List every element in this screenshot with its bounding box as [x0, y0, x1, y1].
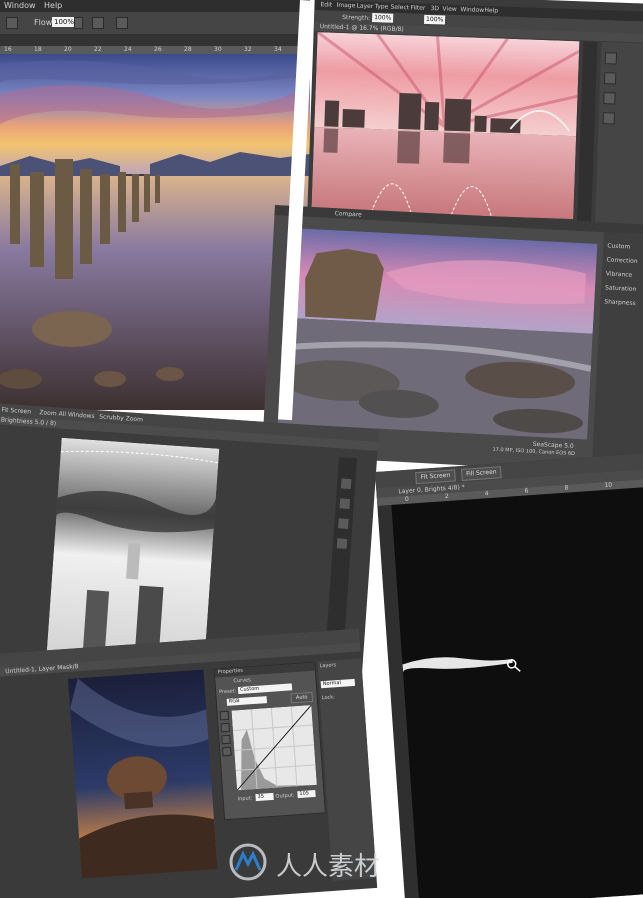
pencil-icon[interactable]: [222, 746, 232, 757]
menu-help[interactable]: Help: [44, 1, 62, 10]
site-watermark: 人人素材: [228, 838, 428, 888]
brush-preset-icon[interactable]: [6, 17, 18, 29]
adjust-label: Custom: [607, 242, 631, 251]
properties-header: Properties: [214, 662, 315, 678]
adjust-label: Sharpness: [604, 298, 636, 308]
auto-button[interactable]: Auto: [290, 691, 314, 704]
menu-select[interactable]: Select: [390, 4, 409, 12]
curves-graph[interactable]: [231, 705, 317, 791]
menu-edit[interactable]: Edit: [320, 1, 332, 8]
options-bar: Flow: 100%: [0, 12, 310, 34]
eyedropper-icon[interactable]: [219, 710, 230, 721]
path-tool-icon[interactable]: [338, 497, 352, 511]
black-canvas: [391, 484, 643, 898]
menu-help[interactable]: Help: [484, 7, 498, 14]
document-tab-strip: [0, 34, 310, 46]
channel-select[interactable]: RGB: [226, 696, 268, 706]
properties-title: Properties: [217, 667, 244, 676]
pier-photo: [0, 54, 310, 410]
eyedropper-icon[interactable]: [221, 734, 231, 745]
ruler-label: 10: [604, 481, 613, 490]
menu-3d[interactable]: 3D: [430, 5, 439, 12]
ruler-label: 6: [524, 487, 529, 495]
menu-window[interactable]: Window: [4, 1, 36, 10]
ruler-label: 4: [484, 490, 489, 498]
preset-select[interactable]: Custom: [237, 683, 293, 695]
menu-image[interactable]: Image: [336, 2, 355, 10]
type-tool-icon[interactable]: [339, 477, 353, 491]
menu-window[interactable]: Window: [460, 6, 484, 14]
ruler-label: 34: [274, 46, 282, 53]
ruler-label: 24: [124, 46, 132, 53]
city-reflection-photo: [311, 32, 580, 220]
tab-compare[interactable]: Compare: [334, 210, 362, 218]
airbrush-icon[interactable]: [92, 17, 104, 29]
zoom-cursor-icon: [506, 659, 521, 672]
strength-label: Strength:: [342, 13, 371, 22]
dropdown-arrow-icon[interactable]: [74, 17, 83, 29]
adjust-label: Correction: [606, 256, 638, 266]
ruler-label: 18: [34, 46, 42, 53]
layer-visibility-icon[interactable]: [604, 52, 618, 65]
properties-panel: Properties Curves Preset: Custom RGB Aut…: [213, 661, 326, 821]
menu-bar: Window Help: [0, 0, 310, 12]
ruler-label: 16: [4, 46, 12, 53]
adjust-label: Vibrance: [605, 270, 633, 279]
ruler-label: 22: [94, 46, 102, 53]
ruler-label: 30: [214, 46, 222, 53]
eyedropper-icon[interactable]: [220, 722, 230, 733]
ruler-label: 8: [564, 484, 569, 492]
layer-visibility-icon[interactable]: [603, 72, 617, 85]
document-tab-title: Untitled-1 @ 16.7% (RGB/8): [319, 23, 404, 34]
strength-field[interactable]: 100%: [371, 13, 394, 23]
menu-type[interactable]: Type: [374, 3, 388, 10]
flow-field[interactable]: 100%: [423, 14, 446, 25]
input-field[interactable]: 35: [255, 792, 274, 802]
photoshop-collage: Window Help Flow: 100% 16 18 20 22 24 26…: [0, 0, 643, 898]
adjust-label: Saturation: [604, 284, 637, 294]
blend-mode-select[interactable]: Normal: [320, 678, 356, 689]
panel-black-canvas: Fit Screen Fill Screen Layer 0, Brights …: [375, 451, 643, 898]
ruler-label: 26: [154, 46, 162, 53]
pressure-brush-icon[interactable]: [116, 17, 128, 29]
flow-field[interactable]: 100%: [52, 17, 74, 27]
output-label: Output:: [275, 792, 295, 800]
layer-visibility-icon[interactable]: [603, 92, 616, 105]
horizontal-ruler: 16 18 20 22 24 26 28 30 32 34: [0, 46, 310, 54]
milky-way-photo: [67, 669, 218, 879]
watermark-logo-icon: [229, 843, 267, 881]
input-label: Input:: [237, 795, 253, 803]
ruler-label: 28: [184, 46, 192, 53]
info-icon[interactable]: [336, 517, 350, 531]
ruler-label: 2: [444, 492, 449, 501]
fit-label[interactable]: Fit Screen: [1, 407, 31, 416]
adjustment-column: Custom Correction Vibrance Saturation Sh…: [591, 232, 643, 465]
ruler-label: 0: [404, 495, 410, 503]
tool-column: [576, 41, 598, 242]
curves-section-label: Curves: [233, 677, 251, 685]
lock-label: Lock:: [321, 694, 336, 702]
panel-pier-landscape: Window Help Flow: 100% 16 18 20 22 24 26…: [0, 0, 310, 410]
menu-layer[interactable]: Layer: [356, 2, 373, 10]
ruler-label: 20: [64, 46, 72, 53]
menu-filter[interactable]: Filter: [410, 4, 425, 12]
menu-view[interactable]: View: [442, 5, 456, 12]
output-field[interactable]: 105: [297, 789, 316, 799]
play-icon[interactable]: [335, 537, 349, 551]
watermark-text: 人人素材: [276, 852, 381, 882]
preset-label: Preset:: [218, 688, 237, 696]
panel-column: [594, 42, 643, 244]
layer-visibility-icon[interactable]: [602, 112, 615, 125]
layers-title: Layers: [319, 662, 337, 670]
ruler-label: 32: [244, 46, 252, 53]
document-tab-title: Brightness 5.0 / 8): [0, 416, 57, 428]
sea-stack-photo: [277, 227, 598, 440]
